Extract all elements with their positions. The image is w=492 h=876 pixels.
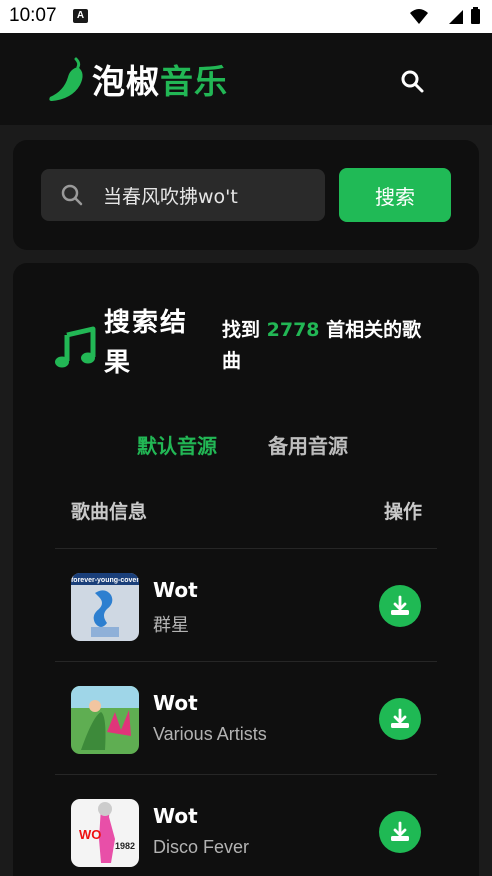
search-box-icon xyxy=(61,184,83,206)
notification-badge: A xyxy=(73,9,88,23)
search-button[interactable]: 搜索 xyxy=(339,168,451,222)
song-title: Wot xyxy=(153,691,198,715)
app-logo-text: 泡椒音乐 xyxy=(92,55,228,103)
download-button[interactable] xyxy=(379,698,421,740)
song-artist: Various Artists xyxy=(153,724,267,744)
download-button[interactable] xyxy=(379,585,421,627)
svg-text:1982: 1982 xyxy=(115,841,135,851)
song-artist: 群星 xyxy=(153,615,189,635)
download-icon xyxy=(391,708,409,728)
status-bar: 10:07 A xyxy=(0,0,492,33)
chili-pepper-icon xyxy=(49,57,83,101)
signal-icon xyxy=(449,10,463,24)
song-artist: Disco Fever xyxy=(153,837,250,857)
column-action: 操作 xyxy=(383,501,422,523)
download-icon xyxy=(391,821,409,841)
cover-text: forever-young-cover xyxy=(71,577,139,584)
column-song-info: 歌曲信息 xyxy=(71,501,148,523)
download-button[interactable] xyxy=(379,811,421,853)
download-icon xyxy=(391,595,409,615)
battery-icon xyxy=(471,9,480,24)
song-cover xyxy=(71,686,139,754)
table-header: 歌曲信息 操作 xyxy=(13,497,479,527)
summary-prefix: 找到 xyxy=(222,319,267,341)
results-count: 2778 xyxy=(266,319,320,341)
source-tabs: 默认音源 备用音源 xyxy=(13,430,479,460)
results-card: 搜索结果 找到 2778 首相关的歌曲 默认音源 备用音源 歌曲信息 操作 fo… xyxy=(13,263,479,876)
song-cover: WO 1982 xyxy=(71,799,139,867)
song-title: Wot xyxy=(153,804,198,828)
song-row[interactable]: Wot Various Artists xyxy=(55,661,437,774)
status-time: 10:07 xyxy=(9,5,57,26)
svg-text:WO: WO xyxy=(79,827,101,842)
song-title: Wot xyxy=(153,578,198,602)
tab-default-source[interactable]: 默认音源 xyxy=(137,430,217,459)
wifi-icon xyxy=(410,9,428,24)
search-card: 搜索 xyxy=(13,140,479,250)
results-summary: 找到 2778 首相关的歌曲 xyxy=(222,315,432,377)
results-title: 搜索结果 xyxy=(104,308,189,378)
song-row[interactable]: forever-young-cover Wot 群星 xyxy=(55,548,437,661)
app-header: 泡椒音乐 xyxy=(0,33,492,125)
tab-backup-source[interactable]: 备用音源 xyxy=(268,430,348,459)
status-icons xyxy=(410,7,480,24)
music-note-icon xyxy=(55,326,96,368)
song-row[interactable]: WO 1982 Wot Disco Fever xyxy=(55,774,437,876)
search-box[interactable] xyxy=(41,169,325,221)
search-icon[interactable] xyxy=(398,67,428,97)
song-cover: forever-young-cover xyxy=(71,573,139,641)
logo-text-2: 音乐 xyxy=(160,62,228,101)
search-input[interactable] xyxy=(103,181,313,209)
logo-text-1: 泡椒 xyxy=(92,62,160,101)
